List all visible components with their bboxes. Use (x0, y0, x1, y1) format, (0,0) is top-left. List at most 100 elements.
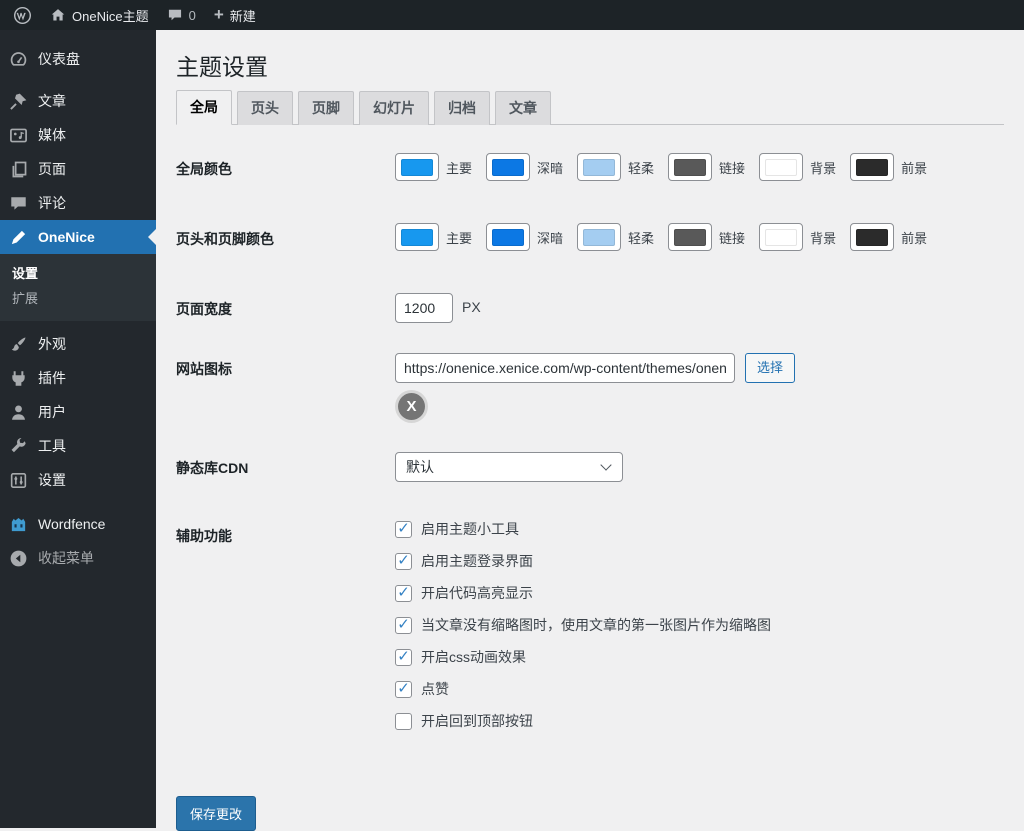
checkbox-label: 点赞 (421, 679, 449, 699)
checkbox-label: 当文章没有缩略图时，使用文章的第一张图片作为缩略图 (421, 615, 771, 635)
tab-footer[interactable]: 页脚 (298, 91, 354, 125)
sidebar-item-pages[interactable]: 页面 (0, 152, 156, 186)
sidebar-item-appearance[interactable]: 外观 (0, 327, 156, 361)
plug-icon (9, 369, 28, 388)
sidebar-item-posts[interactable]: 文章 (0, 84, 156, 118)
aux-features-label: 辅助功能 (176, 520, 395, 546)
checkbox-code-highlight[interactable]: ✓ 开启代码高亮显示 (395, 584, 1004, 602)
color-swatch-foreground[interactable]: 前景 (850, 223, 927, 251)
wordpress-logo-icon (13, 6, 32, 25)
comment-bubble-icon (167, 7, 183, 23)
color-swatch-foreground[interactable]: 前景 (850, 153, 927, 181)
color-fill (674, 159, 706, 176)
pen-icon (9, 228, 28, 247)
color-name: 链接 (719, 158, 745, 177)
onenice-submenu: 设置 扩展 (0, 254, 156, 321)
site-icon-row: 网站图标 选择 X (176, 353, 1004, 420)
save-changes-button[interactable]: 保存更改 (176, 796, 256, 831)
sidebar-item-collapse-menu[interactable]: 收起菜单 (0, 541, 156, 575)
sliders-icon (9, 471, 28, 490)
color-fill (674, 229, 706, 246)
tab-posts[interactable]: 文章 (495, 91, 551, 125)
color-name: 轻柔 (628, 228, 654, 247)
submenu-item-label: 设置 (12, 266, 38, 281)
sidebar-item-users[interactable]: 用户 (0, 395, 156, 429)
menu-separator (0, 497, 156, 507)
submenu-item-extensions[interactable]: 扩展 (0, 286, 156, 311)
color-swatch-background[interactable]: 背景 (759, 153, 836, 181)
page-width-input[interactable] (395, 293, 453, 323)
color-fill (401, 159, 433, 176)
color-swatch-link[interactable]: 链接 (668, 223, 745, 251)
sidebar-item-dashboard[interactable]: 仪表盘 (0, 42, 156, 76)
checkbox-css-animation[interactable]: ✓ 开启css动画效果 (395, 648, 1004, 666)
checkbox-theme-widgets[interactable]: ✓ 启用主题小工具 (395, 520, 1004, 538)
sidebar-item-settings[interactable]: 设置 (0, 463, 156, 497)
color-name: 轻柔 (628, 158, 654, 177)
sidebar-item-wordfence[interactable]: Wordfence (0, 507, 156, 541)
checkbox-label: 开启代码高亮显示 (421, 583, 533, 603)
settings-tab-bar: 全局 页头 页脚 幻灯片 归档 文章 (176, 90, 1004, 125)
tab-slideshow[interactable]: 幻灯片 (359, 91, 429, 125)
sidebar-item-onenice[interactable]: OneNice (0, 220, 156, 254)
tab-archive[interactable]: 归档 (434, 91, 490, 125)
color-swatch-background[interactable]: 背景 (759, 223, 836, 251)
color-swatch-soft[interactable]: 轻柔 (577, 223, 654, 251)
collapse-arrow-icon (9, 549, 28, 568)
color-swatch-primary[interactable]: 主要 (395, 223, 472, 251)
site-name-link[interactable]: OneNice主题 (41, 0, 158, 30)
sidebar-item-label: 媒体 (38, 125, 66, 145)
sidebar-item-media[interactable]: 媒体 (0, 118, 156, 152)
sidebar-item-label: 页面 (38, 159, 66, 179)
submenu-item-settings[interactable]: 设置 (0, 261, 156, 286)
color-name: 前景 (901, 158, 927, 177)
color-name: 深暗 (537, 158, 563, 177)
page-width-unit: PX (462, 293, 481, 315)
color-fill (856, 159, 888, 176)
wordpress-logo-menu[interactable] (4, 0, 41, 30)
color-picker-box (577, 153, 621, 181)
checkmark-icon: ✓ (397, 585, 410, 600)
aux-features-row: 辅助功能 ✓ 启用主题小工具 ✓ 启用主题登录界面 ✓ 开启代码高亮显示 ✓ 当… (176, 520, 1004, 744)
color-picker-box (395, 153, 439, 181)
color-fill (401, 229, 433, 246)
checkmark-icon: ✓ (397, 553, 410, 568)
cdn-label: 静态库CDN (176, 452, 395, 478)
site-icon-preview[interactable]: X (398, 393, 425, 420)
color-swatch-link[interactable]: 链接 (668, 153, 745, 181)
color-fill (492, 229, 524, 246)
media-icon (9, 126, 28, 145)
color-swatch-soft[interactable]: 轻柔 (577, 153, 654, 181)
sidebar-item-plugins[interactable]: 插件 (0, 361, 156, 395)
checkbox-theme-login[interactable]: ✓ 启用主题登录界面 (395, 552, 1004, 570)
checkmark-icon: ✓ (397, 617, 410, 632)
sidebar-item-tools[interactable]: 工具 (0, 429, 156, 463)
menu-separator (0, 76, 156, 84)
color-name: 背景 (810, 228, 836, 247)
sidebar-item-label: 工具 (38, 436, 66, 456)
page-width-row: 页面宽度 PX (176, 293, 1004, 323)
new-content-menu[interactable]: + 新建 (205, 0, 265, 30)
dashboard-icon (9, 50, 28, 69)
wordfence-fence-icon (9, 515, 28, 534)
comments-link[interactable]: 0 (158, 0, 205, 30)
checkbox-box: ✓ (395, 681, 412, 698)
color-picker-box (577, 223, 621, 251)
color-swatch-primary[interactable]: 主要 (395, 153, 472, 181)
checkbox-back-to-top[interactable]: ✓ 开启回到顶部按钮 (395, 712, 1004, 730)
site-icon-url-input[interactable] (395, 353, 735, 383)
color-fill (583, 229, 615, 246)
tab-global[interactable]: 全局 (176, 90, 232, 125)
tab-header[interactable]: 页头 (237, 91, 293, 125)
color-swatch-dark[interactable]: 深暗 (486, 223, 563, 251)
cdn-select[interactable]: 默认 (395, 452, 623, 482)
global-colors-row: 全局颜色 主要 深暗 轻柔 链接 (176, 153, 1004, 181)
admin-sidebar: 仪表盘 文章 媒体 页面 评论 OneNice 设置 扩展 外观 插件 (0, 30, 156, 828)
sidebar-item-comments[interactable]: 评论 (0, 186, 156, 220)
checkbox-first-image-thumbnail[interactable]: ✓ 当文章没有缩略图时，使用文章的第一张图片作为缩略图 (395, 616, 1004, 634)
theme-settings-form: 全局颜色 主要 深暗 轻柔 链接 (176, 153, 1004, 831)
color-swatch-dark[interactable]: 深暗 (486, 153, 563, 181)
choose-image-button[interactable]: 选择 (745, 353, 795, 383)
wrench-icon (9, 437, 28, 456)
checkbox-likes[interactable]: ✓ 点赞 (395, 680, 1004, 698)
